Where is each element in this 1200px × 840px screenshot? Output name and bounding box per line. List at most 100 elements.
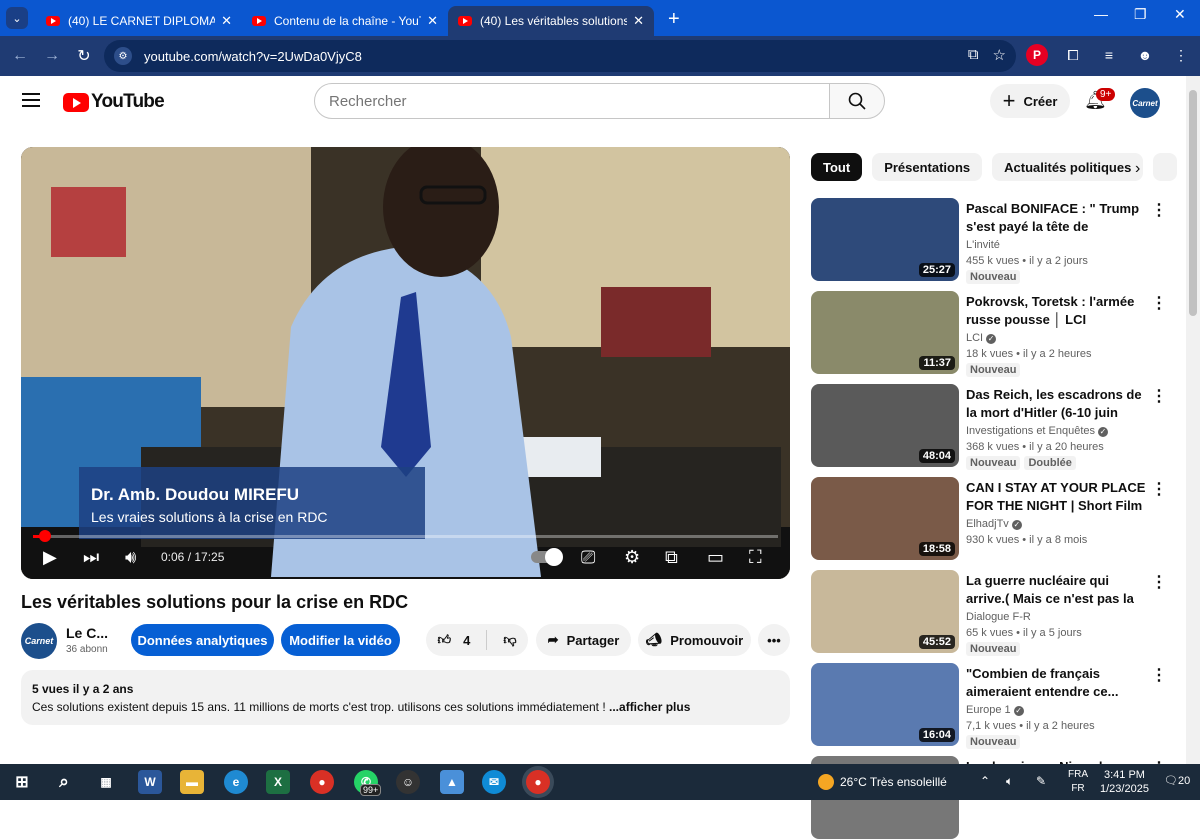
recommendation-title[interactable]: La guerre nucléaire qui arrive.( Mais ce… <box>966 572 1146 608</box>
subtitles-icon[interactable]: ⎚ <box>581 547 595 568</box>
description-box[interactable]: 5 vues il y a 2 ans Ces solutions existe… <box>21 670 790 725</box>
analytics-button[interactable]: Données analytiques <box>131 624 274 656</box>
volume-icon[interactable]: 🔊︎ <box>125 547 136 568</box>
extensions-icon[interactable]: ⧠ <box>1062 44 1084 66</box>
close-tab-icon[interactable]: ✕ <box>221 13 232 29</box>
channel-avatar[interactable]: Carnet <box>21 623 57 659</box>
notification-center-icon[interactable]: 🗨︎20 <box>1164 774 1190 787</box>
fullscreen-icon[interactable]: ⛶ <box>749 547 762 568</box>
miniplayer-icon[interactable]: ⧉ <box>665 547 678 568</box>
recommendation-item[interactable]: 45:52 La guerre nucléaire qui arrive.( Ma… <box>811 570 1167 656</box>
recommendation-channel[interactable]: ElhadjTv ✓ <box>966 518 1022 530</box>
recommendation-title[interactable]: Das Reich, les escadrons de la mort d'Hi… <box>966 386 1146 422</box>
browser-tab-1[interactable]: (40) LE CARNET DIPLOMATIQUE ✕ <box>36 6 242 36</box>
reload-icon[interactable]: ↻ <box>68 46 100 66</box>
pinterest-icon[interactable]: P <box>1026 44 1048 66</box>
chip-political-news[interactable]: Actualités politiques <box>992 153 1144 181</box>
more-options-icon[interactable]: ⋮ <box>1151 293 1167 313</box>
scrollbar-thumb[interactable] <box>1189 90 1197 316</box>
bookmark-star-icon[interactable]: ☆ <box>993 46 1006 64</box>
youtube-logo[interactable]: YouTube <box>63 91 165 113</box>
more-options-icon[interactable]: ⋮ <box>1151 386 1167 406</box>
chrome-icon[interactable]: ● <box>310 770 334 794</box>
autoplay-toggle[interactable] <box>531 548 563 566</box>
edit-video-button[interactable]: Modifier la vidéo <box>281 624 400 656</box>
more-options-icon[interactable]: ⋮ <box>1151 479 1167 499</box>
chip-overflow[interactable] <box>1153 153 1178 181</box>
photos-icon[interactable]: ▲ <box>440 770 464 794</box>
channel-name[interactable]: Le C... <box>66 625 108 641</box>
address-bar[interactable]: ⚙ youtube.com/watch?v=2UwDa0VjyC8 ⧉ ☆ <box>104 40 1016 72</box>
chip-presentations[interactable]: Présentations <box>872 153 983 181</box>
new-tab-button[interactable]: + <box>668 8 680 31</box>
share-button[interactable]: ➦ Partager <box>536 624 631 656</box>
speaker-icon[interactable]: 🔈︎ <box>1006 774 1013 789</box>
pen-icon[interactable]: ✎ <box>1036 774 1046 788</box>
forward-icon[interactable]: → <box>36 47 68 65</box>
video-thumbnail[interactable]: 48:04 <box>811 384 959 467</box>
search-icon[interactable]: ⌕ <box>52 770 76 794</box>
chevron-right-icon[interactable]: › <box>1135 160 1140 178</box>
install-app-icon[interactable]: ⧉ <box>968 46 979 64</box>
more-options-icon[interactable]: ⋮ <box>1151 665 1167 685</box>
system-clock[interactable]: 3:41 PM 1/23/2025 <box>1100 768 1149 796</box>
thumbs-down-icon[interactable]: 👎︎ <box>503 632 516 648</box>
recommendation-title[interactable]: Pokrovsk, Toretsk : l'armée russe pousse… <box>966 293 1146 329</box>
settings-gear-icon[interactable]: ⚙ <box>624 547 640 568</box>
video-thumbnail[interactable]: 25:27 <box>811 198 959 281</box>
recommendation-channel[interactable]: L'invité <box>966 239 1000 251</box>
recommendation-title[interactable]: Pascal BONIFACE : " Trump s'est payé la … <box>966 200 1146 236</box>
language-indicator[interactable]: FRA FR <box>1068 768 1088 796</box>
close-tab-icon[interactable]: ✕ <box>633 13 644 29</box>
more-actions-button[interactable]: ••• <box>758 624 790 656</box>
mail-icon[interactable]: ✉ <box>482 770 506 794</box>
recommendation-channel[interactable]: LCI ✓ <box>966 332 997 344</box>
video-thumbnail[interactable]: 11:37 <box>811 291 959 374</box>
recommendation-item[interactable]: 25:27 Pascal BONIFACE : " Trump s'est pay… <box>811 198 1167 284</box>
close-window-icon[interactable]: ✕ <box>1174 6 1186 23</box>
site-info-icon[interactable]: ⚙ <box>114 47 132 65</box>
promote-button[interactable]: 📣︎ Promouvoir <box>638 624 751 656</box>
profile-icon[interactable]: ☻ <box>1134 44 1156 66</box>
recommendation-item[interactable]: 18:58 CAN I STAY AT YOUR PLACE FOR THE NI… <box>811 477 1167 561</box>
progress-bar[interactable] <box>33 535 778 538</box>
back-icon[interactable]: ← <box>4 47 36 65</box>
browser-tab-3-active[interactable]: (40) Les véritables solutions pour ✕ <box>448 6 654 36</box>
close-tab-icon[interactable]: ✕ <box>427 13 438 29</box>
excel-icon[interactable]: X <box>266 770 290 794</box>
page-scrollbar[interactable] <box>1186 76 1200 764</box>
next-icon[interactable]: ⏭ <box>83 547 99 568</box>
scrubber-handle[interactable] <box>39 530 51 542</box>
recommendation-item[interactable]: 11:37 Pokrovsk, Toretsk : l'armée russe p… <box>811 291 1167 377</box>
more-options-icon[interactable]: ⋮ <box>1151 200 1167 220</box>
search-input[interactable]: Rechercher <box>314 83 830 119</box>
edge-icon[interactable]: e <box>224 770 248 794</box>
theater-mode-icon[interactable]: ▭ <box>707 547 724 568</box>
menu-kebab-icon[interactable]: ⋮ <box>1170 44 1192 66</box>
task-view-icon[interactable]: ▦ <box>94 770 118 794</box>
recommendation-item[interactable]: 16:04 "Combien de français aimeraient ent… <box>811 663 1167 749</box>
chrome-active-icon[interactable]: ● <box>526 770 550 794</box>
tab-search-button[interactable]: ⌄ <box>6 7 28 29</box>
video-thumbnail[interactable]: 18:58 <box>811 477 959 560</box>
recommendation-title[interactable]: CAN I STAY AT YOUR PLACE FOR THE NIGHT |… <box>966 479 1146 515</box>
video-thumbnail[interactable]: 45:52 <box>811 570 959 653</box>
word-icon[interactable]: W <box>138 770 162 794</box>
recommendation-item[interactable]: 48:04 Das Reich, les escadrons de la mort… <box>811 384 1167 470</box>
recommendation-channel[interactable]: Investigations et Enquêtes ✓ <box>966 425 1109 437</box>
video-thumbnail[interactable]: 16:04 <box>811 663 959 746</box>
recommendation-channel[interactable]: Dialogue F-R <box>966 611 1031 623</box>
media-control-icon[interactable]: ≡ <box>1098 44 1120 66</box>
recommendation-channel[interactable]: Europe 1 ✓ <box>966 704 1024 716</box>
windows-start-icon[interactable]: ⊞ <box>10 770 34 794</box>
more-options-icon[interactable]: ⋮ <box>1151 572 1167 592</box>
like-button[interactable]: 👍︎ 4 <box>437 632 470 648</box>
play-icon[interactable]: ▶ <box>43 547 57 568</box>
account-avatar[interactable]: Carnet <box>1130 88 1160 118</box>
create-button[interactable]: + Créer <box>990 84 1070 118</box>
video-player[interactable]: Dr. Amb. Doudou MIREFU Les vraies soluti… <box>21 147 790 579</box>
contacts-icon[interactable]: ☺ <box>396 770 420 794</box>
recommendation-title[interactable]: "Combien de français aimeraient entendre… <box>966 665 1146 701</box>
browser-tab-2[interactable]: Contenu de la chaîne - YouTube ✕ <box>242 6 448 36</box>
file-explorer-icon[interactable]: ▬ <box>180 770 204 794</box>
